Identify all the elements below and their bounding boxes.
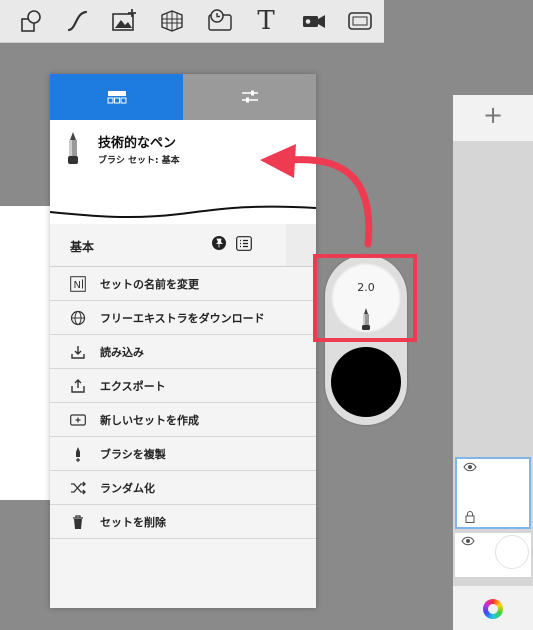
brush-set-menu: N セットの名前を変更 フリーエキストラをダウンロード 読み込み エクスポート …	[50, 266, 316, 539]
layer-thumbnail-active[interactable]	[455, 457, 531, 529]
menu-item-label: 読み込み	[100, 346, 144, 359]
trash-icon	[73, 515, 83, 529]
shape-tool-icon[interactable]	[18, 7, 46, 35]
menu-item-rename-set[interactable]: N セットの名前を変更	[50, 267, 316, 301]
image-add-icon[interactable]	[110, 7, 138, 35]
current-color-swatch[interactable]	[331, 347, 401, 417]
eye-icon[interactable]	[463, 462, 477, 472]
rename-icon: N	[70, 276, 86, 292]
menu-item-delete-set[interactable]: セットを削除	[50, 505, 316, 539]
menu-item-label: エクスポート	[100, 380, 166, 393]
annotation-highlight-box	[313, 254, 417, 342]
shuffle-icon	[71, 481, 86, 495]
pin-icon[interactable]	[212, 236, 226, 250]
fullscreen-icon[interactable]	[346, 7, 374, 35]
time-lapse-icon[interactable]	[206, 7, 234, 35]
menu-item-label: セットの名前を変更	[100, 278, 199, 291]
brush-panel-tabs	[50, 74, 316, 120]
menu-item-duplicate-brush[interactable]: ブラシを複製	[50, 437, 316, 471]
new-set-icon	[70, 414, 86, 426]
tab-brush-library[interactable]	[50, 74, 183, 120]
menu-item-import[interactable]: 読み込み	[50, 335, 316, 369]
add-layer-button[interactable]: +	[453, 101, 533, 129]
layers-panel	[453, 141, 533, 630]
import-icon	[71, 346, 85, 359]
lock-icon[interactable]	[465, 511, 475, 523]
menu-item-new-set[interactable]: 新しいセットを作成	[50, 403, 316, 437]
technical-pen-icon	[68, 132, 78, 164]
menu-item-label: ランダム化	[100, 482, 155, 495]
brush-set-name: 基本	[70, 240, 95, 254]
globe-icon	[70, 310, 86, 326]
eye-icon[interactable]	[461, 536, 475, 546]
canvas[interactable]	[0, 206, 52, 500]
tab-brush-properties[interactable]	[183, 74, 316, 120]
perspective-guide-icon[interactable]	[158, 7, 186, 35]
text-tool-icon[interactable]: T	[252, 7, 280, 35]
layer-preview	[495, 535, 529, 569]
menu-item-randomize[interactable]: ランダム化	[50, 471, 316, 505]
menu-item-label: 新しいセットを作成	[100, 414, 199, 427]
duplicate-brush-icon	[76, 447, 80, 462]
menu-item-download-extras[interactable]: フリーエキストラをダウンロード	[50, 301, 316, 335]
color-picker-area	[453, 586, 533, 630]
rename-icon-glyph: N	[74, 280, 81, 291]
annotation-arrow	[260, 144, 373, 248]
color-wheel-icon[interactable]	[483, 599, 503, 619]
brush-set-label: ブラシ セット: 基本	[98, 156, 180, 166]
menu-item-label: ブラシを複製	[100, 448, 166, 461]
layer-thumbnail[interactable]	[455, 533, 531, 577]
brush-name: 技術的なペン	[98, 136, 177, 151]
layers-header: +	[453, 95, 533, 142]
menu-item-label: セットを削除	[100, 516, 166, 529]
brush-library-icon	[107, 91, 126, 104]
sliders-icon	[241, 90, 258, 103]
menu-item-label: フリーエキストラをダウンロード	[100, 312, 265, 325]
list-view-icon[interactable]	[236, 236, 252, 251]
export-icon	[71, 379, 85, 393]
curve-tool-icon[interactable]	[64, 7, 92, 35]
menu-item-export[interactable]: エクスポート	[50, 369, 316, 403]
video-icon[interactable]	[300, 7, 328, 35]
top-toolbar: T	[0, 0, 384, 43]
